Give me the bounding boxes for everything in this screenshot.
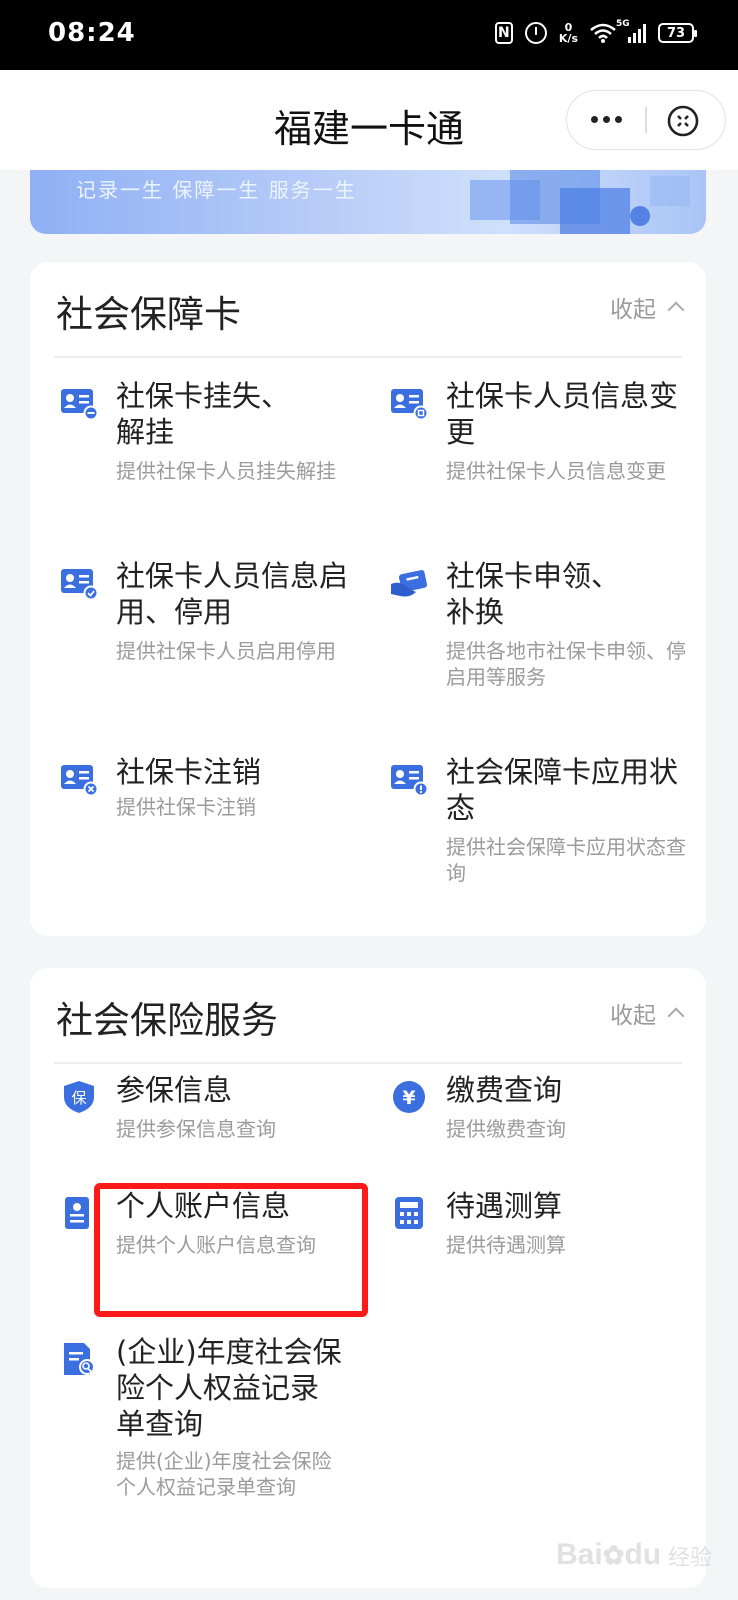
service-title: 社会保障卡应用状态: [446, 755, 679, 825]
service-desc: 提供参保信息查询: [116, 1117, 276, 1141]
id-card-alert-icon: [391, 765, 428, 796]
watermark-suffix: 经验: [668, 1546, 713, 1571]
yuan-coin-icon: ¥: [393, 1081, 425, 1113]
status-icons: N 0 K/s 5G 73: [494, 19, 697, 45]
service-title: 社保卡挂失、 解挂: [116, 379, 291, 449]
service-desc: 提供社保卡人员启用停用: [116, 639, 336, 663]
personal-account-icon: [65, 1197, 89, 1229]
collapse-button[interactable]: 收起: [610, 996, 685, 1030]
id-card-check-icon: [61, 569, 98, 600]
shield-bao-icon: 保: [64, 1081, 94, 1113]
id-card-minus-icon: [61, 389, 98, 420]
collapse-button[interactable]: 收起: [610, 290, 685, 324]
service-title: 社保卡人员信息启用、停用: [116, 559, 349, 629]
service-title: 待遇测算: [446, 1189, 563, 1223]
banner-illustration: [470, 170, 690, 234]
signal-icon: 5G: [616, 19, 646, 43]
service-desc: 提供社保卡人员信息变更: [446, 459, 666, 483]
highlight-box: [94, 1183, 368, 1317]
service-title: 参保信息: [116, 1073, 233, 1107]
id-card-edit-icon: [391, 389, 428, 420]
banner-slogan: 记录一生 保障一生 服务一生: [76, 178, 357, 202]
service-desc: 提供社会保障卡应用状态查询: [446, 835, 686, 885]
chevron-up-icon: [667, 1007, 685, 1025]
service-title: 社保卡申领、 补换: [446, 559, 621, 629]
id-card-cancel-icon: [61, 765, 98, 796]
nfc-icon: N: [494, 22, 513, 44]
document-search-icon: [64, 1343, 95, 1375]
watermark-brand: Bai✿du: [556, 1538, 662, 1571]
baidu-watermark: Bai✿du 经验: [556, 1530, 726, 1582]
wifi-icon: [590, 23, 616, 43]
status-bar: 08:24 N 0 K/s 5G 73: [0, 0, 738, 70]
service-title: (企业)年度社会保险个人权益记录单查询: [116, 1335, 342, 1441]
service-desc: 提供待遇测算: [446, 1233, 566, 1257]
top-banner[interactable]: 记录一生 保障一生 服务一生: [30, 170, 706, 234]
service-desc: 提供缴费查询: [446, 1117, 566, 1141]
section-divider: [54, 356, 682, 358]
close-mini-program-icon[interactable]: [665, 103, 701, 139]
section-divider: [54, 1062, 682, 1064]
status-time: 08:24: [48, 18, 136, 48]
calculator-icon: [395, 1197, 423, 1229]
service-desc: 提供各地市社保卡申领、停启用等服务: [446, 639, 686, 689]
svg-text:¥: ¥: [402, 1087, 415, 1109]
service-title: 缴费查询: [446, 1073, 563, 1107]
service-desc: 提供社保卡人员挂失解挂: [116, 459, 336, 483]
mini-program-navbar: 福建一卡通: [0, 70, 738, 170]
capsule-menu: [566, 90, 726, 150]
alarm-icon: [524, 22, 547, 44]
section-title: 社会保障卡: [56, 293, 241, 336]
service-title: 社保卡人员信息变更: [446, 379, 679, 449]
more-options-icon[interactable]: [581, 99, 631, 139]
paw-icon: ✿: [602, 1540, 625, 1570]
social-security-card-section: 社会保障卡 收起 社保卡挂失、 解挂 提供社保卡人员挂失解挂 社保卡人员信息变更 …: [30, 262, 706, 936]
service-desc: 提供社保卡注销: [116, 795, 256, 819]
section-title: 社会保险服务: [56, 999, 278, 1042]
chevron-up-icon: [667, 301, 685, 319]
battery-icon: 73: [658, 23, 697, 43]
svg-text:保: 保: [71, 1089, 86, 1107]
capsule-divider: [645, 107, 647, 133]
service-title: 社保卡注销: [116, 755, 262, 789]
card-hand-icon: [391, 570, 428, 597]
service-desc: 提供(企业)年度社会保险个人权益记录单查询: [116, 1449, 332, 1499]
network-speed: 0 K/s: [558, 21, 578, 45]
